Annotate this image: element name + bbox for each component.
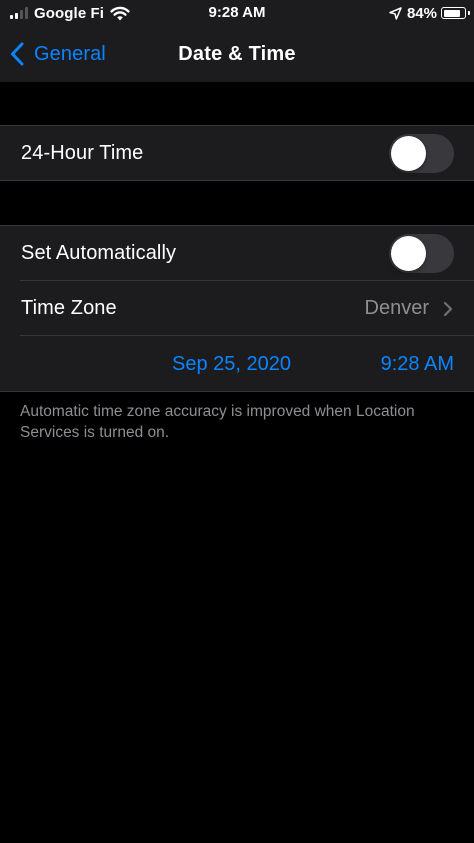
time-picker-button[interactable]: 9:28 AM — [381, 353, 454, 376]
row-date-time: Sep 25, 2020 9:28 AM — [0, 336, 474, 392]
label-set-automatically: Set Automatically — [21, 241, 177, 264]
status-bar: Google Fi 9:28 AM 84% — [0, 0, 474, 26]
label-time-zone: Time Zone — [21, 297, 117, 319]
settings-group-format: 24-Hour Time — [0, 125, 474, 181]
battery-percent: 84% — [406, 4, 437, 22]
back-button-label: General — [34, 42, 106, 65]
toggle-knob — [391, 235, 426, 271]
status-bar-right: 84% — [389, 4, 470, 22]
settings-group-automatic: Set Automatically Time Zone Denver Sep 2… — [0, 225, 474, 392]
location-arrow-icon — [389, 6, 402, 20]
toggle-knob — [391, 135, 426, 171]
row-time-zone[interactable]: Time Zone Denver — [0, 281, 474, 336]
date-picker-button[interactable]: Sep 25, 2020 — [172, 353, 291, 376]
toggle-set-automatically[interactable] — [389, 233, 454, 273]
label-24-hour-time: 24-Hour Time — [21, 141, 144, 164]
back-button[interactable]: General — [10, 26, 106, 82]
settings-screen: Google Fi 9:28 AM 84% Date & Time Genera… — [0, 0, 474, 843]
time-zone-value: Denver — [364, 297, 429, 319]
row-24-hour-time: 24-Hour Time — [0, 125, 474, 181]
row-set-automatically: Set Automatically — [0, 225, 474, 281]
toggle-24-hour-time[interactable] — [389, 133, 454, 173]
battery-icon — [441, 7, 470, 19]
navigation-bar: Date & Time General — [0, 26, 474, 82]
footer-note: Automatic time zone accuracy is improved… — [20, 403, 415, 441]
chevron-right-icon — [443, 301, 453, 316]
chevron-left-icon — [11, 42, 24, 66]
